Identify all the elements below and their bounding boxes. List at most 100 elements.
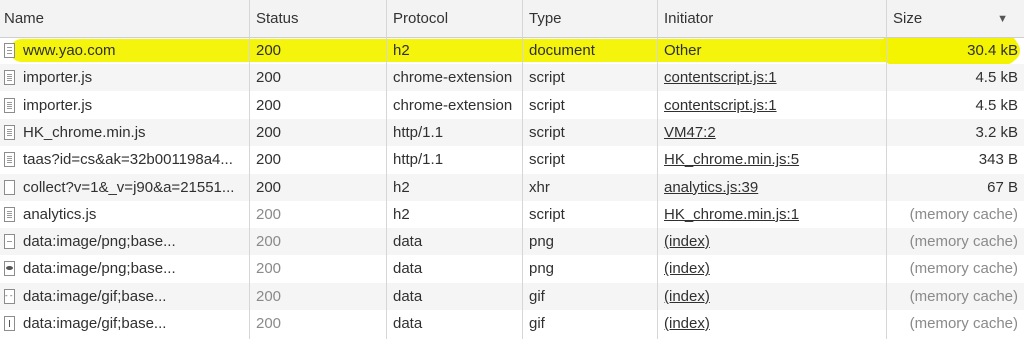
cell-size: (memory cache)	[909, 315, 1018, 332]
cell-name[interactable]: data:image/gif;base...	[0, 310, 249, 337]
cell-status: 200	[256, 42, 282, 59]
cell-initiator[interactable]: (index)	[664, 255, 884, 282]
script-file-icon	[4, 70, 15, 86]
cell-name[interactable]: importer.js	[0, 92, 249, 119]
cell-name[interactable]: data:image/gif;base...	[0, 283, 249, 310]
cell-status: 200	[256, 315, 282, 332]
table-row[interactable]: importer.js 200 chrome-extension script …	[0, 92, 1024, 119]
cell-type: script	[529, 96, 565, 114]
cell-protocol: http/1.1	[393, 151, 444, 169]
cell-initiator[interactable]: contentscript.js:1	[664, 64, 884, 91]
cell-initiator[interactable]: analytics.js:39	[664, 174, 884, 201]
table-row[interactable]: taas?id=cs&ak=32b001198a4... 200 http/1.…	[0, 146, 1024, 173]
request-name[interactable]: data:image/png;base...	[23, 260, 176, 277]
table-row[interactable]: data:image/gif;base... 200 data gif (ind…	[0, 310, 1024, 337]
cell-protocol: h2	[393, 42, 410, 59]
cell-size: 30.4 kB	[967, 42, 1018, 59]
cell-type: png	[529, 233, 555, 251]
cell-initiator[interactable]: (index)	[664, 310, 884, 337]
table-header: Name Status Protocol Type Initiator Size…	[0, 0, 1024, 38]
column-divider[interactable]	[886, 0, 887, 339]
table-row[interactable]: HK_chrome.min.js 200 http/1.1 script VM4…	[0, 118, 1024, 146]
table-row[interactable]: importer.js 200 chrome-extension script …	[0, 64, 1024, 92]
cell-type: gif	[529, 287, 545, 305]
cell-name[interactable]: data:image/png;base...	[0, 255, 249, 282]
cell-protocol: data	[393, 315, 423, 332]
cell-name[interactable]: importer.js	[0, 64, 249, 91]
network-request-table: Name Status Protocol Type Initiator Size…	[0, 0, 1024, 339]
cell-protocol: data	[393, 260, 423, 278]
cell-initiator[interactable]: contentscript.js:1	[664, 92, 884, 119]
cell-type: gif	[529, 315, 545, 332]
request-name[interactable]: importer.js	[23, 97, 92, 114]
image-file-icon	[4, 234, 15, 250]
sort-descending-icon[interactable]: ▼	[997, 13, 1008, 25]
cell-name[interactable]: taas?id=cs&ak=32b001198a4...	[0, 146, 249, 173]
column-header-protocol[interactable]: Protocol	[393, 0, 523, 37]
column-header-name[interactable]: Name	[0, 0, 249, 37]
request-name[interactable]: data:image/png;base...	[23, 233, 176, 250]
cell-protocol: chrome-extension	[393, 96, 513, 114]
cell-type: script	[529, 69, 565, 87]
cell-size: 3.2 kB	[975, 123, 1018, 141]
column-header-initiator[interactable]: Initiator	[664, 0, 884, 37]
table-row[interactable]: analytics.js 200 h2 script HK_chrome.min…	[0, 201, 1024, 228]
request-name[interactable]: data:image/gif;base...	[23, 315, 166, 332]
request-name[interactable]: collect?v=1&_v=j90&a=21551...	[23, 179, 234, 196]
cell-size: (memory cache)	[909, 287, 1018, 305]
request-name[interactable]: taas?id=cs&ak=32b001198a4...	[23, 151, 233, 168]
cell-status: 200	[256, 233, 282, 251]
table-row[interactable]: www.yao.com 200 h2 document Other 30.4 k…	[0, 37, 1024, 64]
gif-file-icon	[4, 288, 15, 304]
cell-type: xhr	[529, 178, 550, 196]
table-row[interactable]: data:image/gif;base... 200 data gif (ind…	[0, 282, 1024, 310]
cell-initiator[interactable]: (index)	[664, 283, 884, 310]
script-file-icon	[4, 97, 15, 113]
request-name[interactable]: importer.js	[23, 69, 92, 86]
column-divider[interactable]	[657, 0, 658, 339]
cell-name[interactable]: data:image/png;base...	[0, 228, 249, 255]
cell-initiator[interactable]: HK_chrome.min.js:5	[664, 146, 884, 173]
column-header-type[interactable]: Type	[529, 0, 657, 37]
column-divider[interactable]	[249, 0, 250, 339]
script-file-icon	[4, 206, 15, 222]
cell-size: (memory cache)	[909, 260, 1018, 278]
table-row[interactable]: collect?v=1&_v=j90&a=21551... 200 h2 xhr…	[0, 173, 1024, 201]
table-row[interactable]: data:image/png;base... 200 data png (ind…	[0, 228, 1024, 256]
request-name[interactable]: analytics.js	[23, 206, 96, 223]
cell-protocol: h2	[393, 205, 410, 223]
cell-name[interactable]: collect?v=1&_v=j90&a=21551...	[0, 174, 249, 201]
gif-file-icon	[4, 316, 15, 331]
cell-protocol: data	[393, 287, 423, 305]
cell-size: (memory cache)	[909, 233, 1018, 251]
blank-file-icon	[4, 179, 15, 195]
cell-initiator[interactable]: HK_chrome.min.js:1	[664, 201, 884, 228]
cell-initiator[interactable]: (index)	[664, 228, 884, 255]
column-divider[interactable]	[386, 0, 387, 339]
request-name[interactable]: www.yao.com	[23, 42, 116, 59]
document-icon	[4, 43, 15, 58]
cell-size: 67 B	[987, 178, 1018, 196]
cell-type: script	[529, 151, 565, 169]
cell-status: 200	[256, 151, 282, 169]
cell-name[interactable]: www.yao.com	[0, 37, 249, 64]
column-header-size-label: Size	[893, 10, 923, 27]
cell-protocol: data	[393, 233, 423, 251]
column-divider[interactable]	[522, 0, 523, 339]
cell-name[interactable]: HK_chrome.min.js	[0, 119, 249, 146]
cell-size: (memory cache)	[909, 205, 1018, 223]
cell-status: 200	[256, 205, 282, 223]
cell-type: script	[529, 205, 565, 223]
cell-initiator[interactable]: VM47:2	[664, 119, 884, 146]
column-header-size[interactable]: Size ▼	[893, 0, 1018, 37]
cell-status: 200	[256, 69, 282, 87]
script-file-icon	[4, 124, 15, 140]
table-row[interactable]: data:image/png;base... 200 data png (ind…	[0, 255, 1024, 282]
request-name[interactable]: HK_chrome.min.js	[23, 124, 146, 141]
request-name[interactable]: data:image/gif;base...	[23, 288, 166, 305]
cell-protocol: chrome-extension	[393, 69, 513, 87]
cell-name[interactable]: analytics.js	[0, 201, 249, 228]
cell-status: 200	[256, 287, 282, 305]
column-header-status[interactable]: Status	[256, 0, 386, 37]
cell-status: 200	[256, 260, 282, 278]
